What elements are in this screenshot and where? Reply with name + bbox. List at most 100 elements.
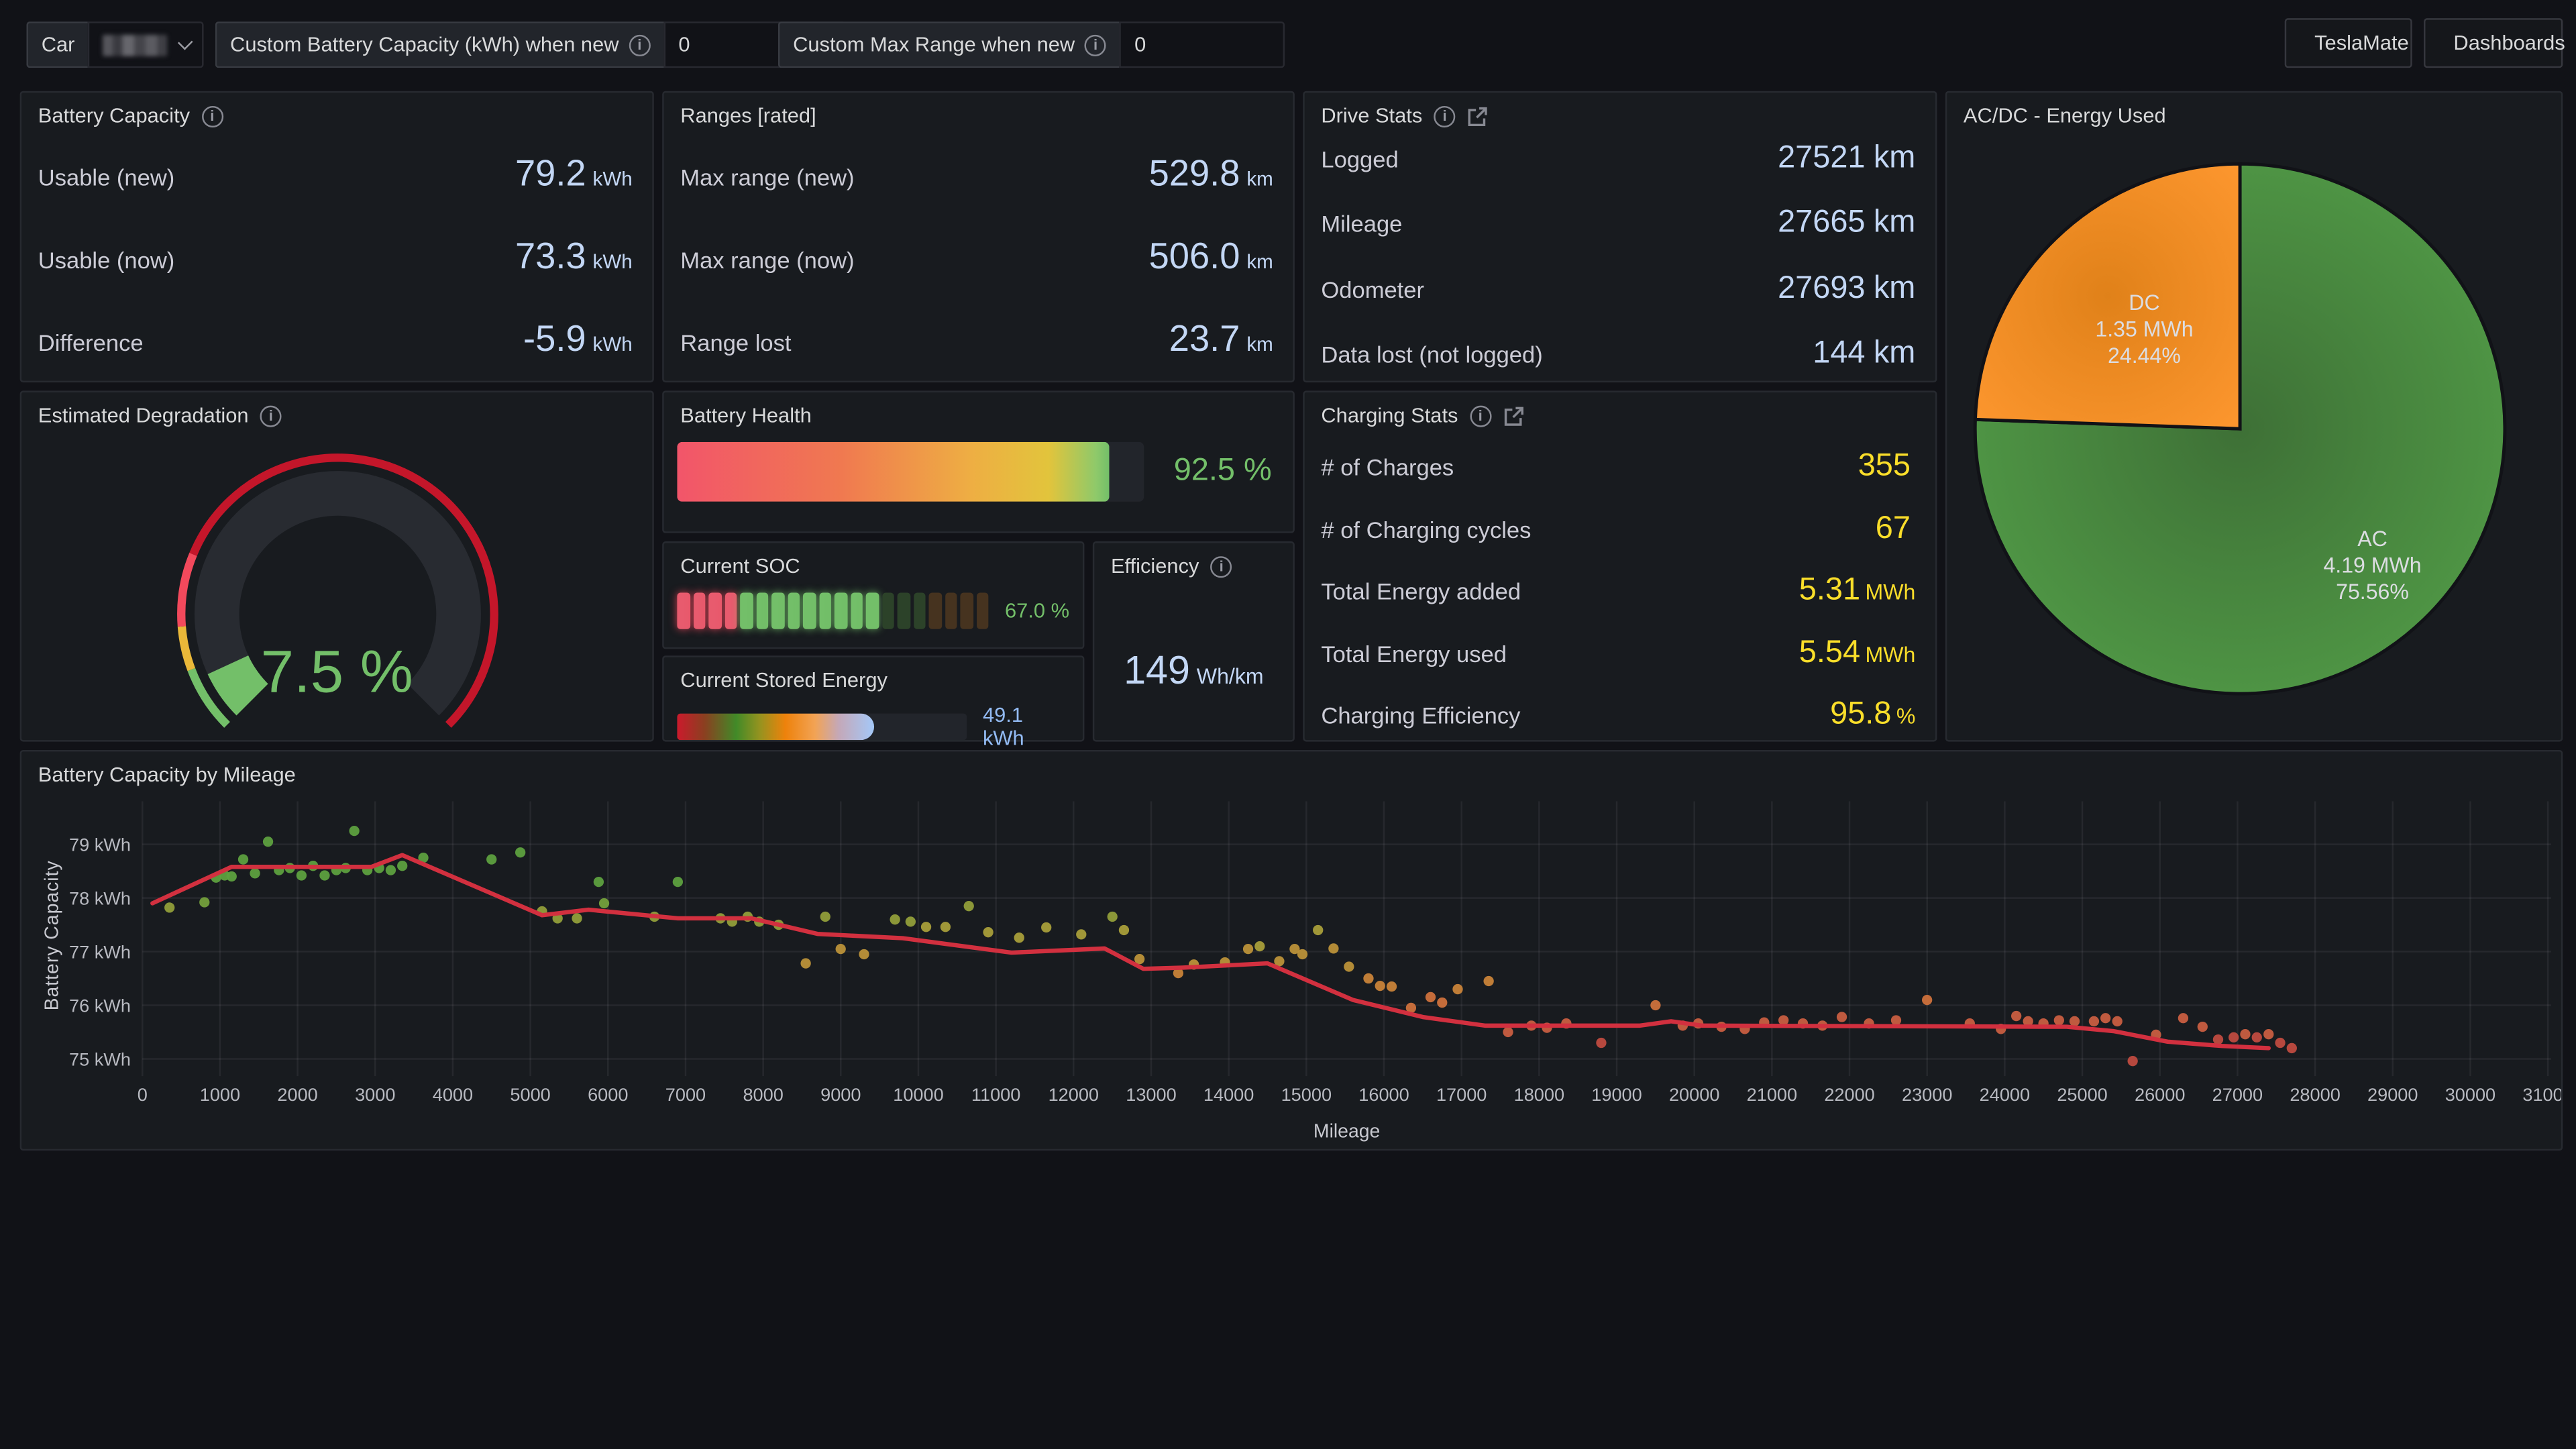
- stat-value: 27521: [1778, 141, 1865, 176]
- scatter-point: [599, 898, 609, 908]
- stored-energy-value: 49.1 kWh: [983, 704, 1069, 750]
- scatter-point: [2287, 1043, 2297, 1053]
- stat-unit: km: [1246, 167, 1273, 191]
- stat-label: Charging Efficiency: [1321, 702, 1520, 728]
- scatter-point: [964, 901, 974, 911]
- y-tick-label: 79 kWh: [69, 835, 131, 855]
- stat-row: Mileage 27665 km: [1321, 206, 1915, 242]
- scatter-point: [2112, 1016, 2123, 1026]
- info-icon[interactable]: i: [1211, 555, 1232, 577]
- scatter-point: [1375, 981, 1385, 991]
- car-variable-control: Car: [26, 21, 203, 68]
- y-axis-title: Battery Capacity: [43, 853, 63, 1018]
- current-stored-energy-panel: Current Stored Energy 49.1 kWh: [662, 655, 1084, 741]
- stat-row: # of Charges 355: [1321, 449, 1915, 485]
- stat-row: Total Energy used 5.54MWh: [1321, 635, 1915, 671]
- gauge-value: 7.5 %: [21, 637, 652, 707]
- car-select[interactable]: [88, 21, 204, 68]
- custom-max-range-input[interactable]: 0: [1120, 21, 1285, 68]
- current-soc-panel-title[interactable]: Current SOC: [680, 555, 800, 578]
- scatter-point: [1328, 943, 1338, 953]
- x-tick-label: 16000: [1358, 1084, 1409, 1105]
- battery-capacity-panel-title[interactable]: Battery Capacity i: [38, 104, 223, 127]
- x-tick-label: 31000: [2522, 1084, 2563, 1105]
- charging-stats-panel-title[interactable]: Charging Stats i: [1321, 404, 1524, 427]
- scatter-point: [1891, 1015, 1901, 1025]
- soc-segment: [693, 593, 706, 629]
- soc-segment: [818, 593, 831, 629]
- ranges-panel-title[interactable]: Ranges [rated]: [680, 104, 816, 127]
- soc-segment: [881, 593, 894, 629]
- scatter-point: [2213, 1034, 2223, 1044]
- stat-unit: Wh/km: [1197, 664, 1264, 689]
- x-tick-label: 19000: [1591, 1084, 1642, 1105]
- scatter-point: [1363, 973, 1373, 983]
- stat-label: Difference: [38, 329, 144, 356]
- x-tick-label: 18000: [1514, 1084, 1564, 1105]
- custom-battery-capacity-value: 0: [678, 33, 690, 56]
- custom-battery-capacity-control: Custom Battery Capacity (kWh) when new i…: [215, 21, 846, 68]
- custom-max-range-value: 0: [1134, 33, 1146, 56]
- acdc-pie-chart: AC4.19 MWh75.56%DC1.35 MWh24.44%: [1947, 93, 2565, 743]
- info-icon[interactable]: i: [629, 34, 650, 56]
- custom-max-range-label-text: Custom Max Range when new: [793, 33, 1075, 56]
- scatter-point: [319, 870, 329, 880]
- x-tick-label: 10000: [893, 1084, 943, 1105]
- efficiency-value: 149Wh/km: [1094, 649, 1293, 695]
- stat-value: 506.0: [1149, 235, 1240, 276]
- stat-row: Max range (now) 506.0km: [680, 235, 1273, 278]
- acdc-energy-panel: AC/DC - Energy Used AC4.19 MWh75.56%DC1.…: [1945, 91, 2563, 742]
- panel-title-text: Current Stored Energy: [680, 669, 888, 692]
- battery-health-panel: Battery Health 92.5 %: [662, 390, 1295, 533]
- x-tick-label: 5000: [510, 1084, 550, 1105]
- scatter-point: [397, 861, 407, 871]
- stat-unit: km: [1874, 271, 1916, 306]
- panel-title-text: Drive Stats: [1321, 104, 1422, 127]
- battery-capacity-chart-panel: Battery Capacity by Mileage 75 kWh76 kWh…: [20, 750, 2563, 1150]
- pie-slice-dc: [1975, 164, 2240, 429]
- efficiency-panel-title[interactable]: Efficiency i: [1111, 555, 1232, 578]
- teslamate-button[interactable]: TeslaMate: [2285, 18, 2412, 68]
- scatter-point: [227, 871, 237, 881]
- scatter-point: [941, 922, 951, 932]
- info-icon[interactable]: i: [1470, 405, 1491, 426]
- soc-segment: [771, 593, 784, 629]
- scatter-point: [2089, 1016, 2099, 1026]
- scatter-point: [2127, 1056, 2137, 1066]
- external-link-icon[interactable]: [1503, 405, 1524, 426]
- battery-capacity-chart[interactable]: 75 kWh76 kWh77 kWh78 kWh79 kWh0100020003…: [21, 751, 2563, 1150]
- battery-health-value: 92.5 %: [1174, 453, 1272, 490]
- stat-label: Mileage: [1321, 211, 1402, 237]
- info-icon[interactable]: i: [1085, 34, 1106, 56]
- scatter-point: [820, 912, 830, 922]
- stat-unit: %: [1896, 704, 1916, 729]
- stat-row: Logged 27521km: [1321, 141, 1915, 177]
- stat-value: 67: [1876, 511, 1911, 545]
- info-icon[interactable]: i: [201, 105, 223, 127]
- scatter-point: [1483, 976, 1493, 986]
- drive-stats-panel-title[interactable]: Drive Stats i: [1321, 104, 1489, 127]
- stat-label: Data lost (not logged): [1321, 341, 1542, 367]
- current-stored-energy-panel-title[interactable]: Current Stored Energy: [680, 669, 888, 692]
- scatter-point: [1014, 932, 1024, 943]
- scatter-point: [1503, 1027, 1513, 1037]
- external-link-icon[interactable]: [1467, 105, 1489, 127]
- scatter-points: [164, 826, 2297, 1066]
- stat-row: Odometer 27693km: [1321, 271, 1915, 307]
- estimated-degradation-panel: Estimated Degradation i 7.5 %: [20, 390, 654, 741]
- stat-value: 27665: [1778, 206, 1865, 241]
- soc-segment: [708, 593, 721, 629]
- teslamate-button-label: TeslaMate: [2314, 32, 2409, 55]
- x-tick-label: 27000: [2212, 1084, 2263, 1105]
- scatter-point: [349, 826, 359, 836]
- soc-value: 67.0 %: [1005, 599, 1069, 623]
- panel-title-text: Ranges [rated]: [680, 104, 816, 127]
- battery-health-panel-title[interactable]: Battery Health: [680, 404, 812, 427]
- soc-segment: [898, 593, 910, 629]
- stat-unit: km: [1874, 206, 1916, 241]
- stat-label: Max range (now): [680, 247, 854, 273]
- dashboards-button[interactable]: Dashboards: [2424, 18, 2563, 68]
- info-icon[interactable]: i: [1434, 105, 1456, 127]
- scatter-point: [2054, 1015, 2064, 1025]
- x-tick-label: 11000: [971, 1084, 1020, 1105]
